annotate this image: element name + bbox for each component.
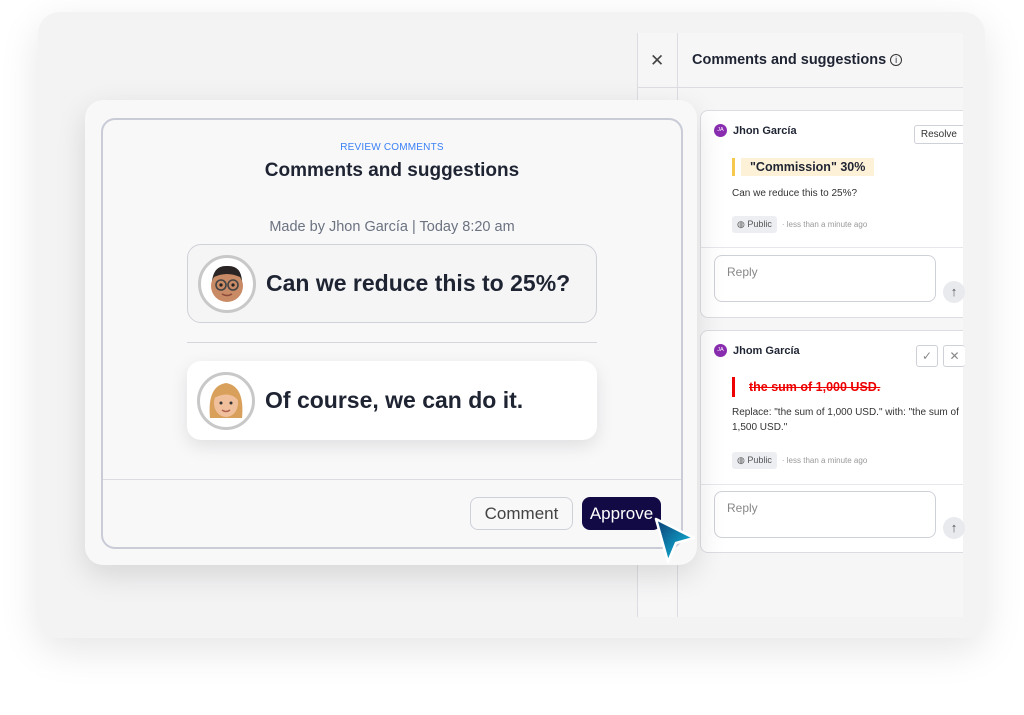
- close-icon[interactable]: ✕: [650, 51, 664, 71]
- approve-button[interactable]: Approve: [582, 497, 661, 530]
- comment-meta: ◍ Public · less than a minute ago: [732, 216, 867, 233]
- avatar: JA: [714, 344, 727, 357]
- accept-check-icon[interactable]: ✓: [916, 345, 938, 367]
- deleted-text: the sum of 1,000 USD.: [732, 377, 880, 397]
- panel-title-text: Comments and suggestions: [692, 52, 887, 68]
- divider: [638, 87, 963, 88]
- message-bubble: Can we reduce this to 25%?: [187, 244, 597, 323]
- timestamp: · less than a minute ago: [781, 220, 868, 229]
- visibility-text: Public: [747, 455, 772, 465]
- comment-author: JA Jhom García: [714, 344, 800, 357]
- avatar-woman: [197, 371, 255, 430]
- reply-input[interactable]: Reply: [714, 255, 936, 302]
- message-text: Can we reduce this to 25%?: [266, 270, 571, 296]
- visibility-badge: ◍ Public: [732, 452, 777, 469]
- cursor-pointer-icon: [654, 517, 696, 564]
- globe-icon: ◍: [737, 455, 745, 465]
- author-name: Jhon García: [733, 124, 797, 137]
- message-text: Of course, we can do it.: [265, 387, 524, 413]
- comment-button[interactable]: Comment: [470, 497, 573, 530]
- divider: [701, 484, 963, 485]
- visibility-badge: ◍ Public: [732, 216, 777, 233]
- reject-x-icon[interactable]: ✕: [943, 345, 965, 367]
- author-name: Jhom García: [733, 344, 800, 357]
- modal-title: Comments and suggestions: [264, 160, 520, 181]
- divider: [701, 247, 963, 248]
- modal-kicker: REVIEW COMMENTS: [340, 142, 444, 153]
- comment-meta: ◍ Public · less than a minute ago: [732, 452, 867, 469]
- avatar-man: [198, 254, 256, 313]
- reply-input[interactable]: Reply: [714, 491, 936, 538]
- globe-icon: ◍: [737, 219, 745, 229]
- divider: [103, 479, 681, 480]
- divider: [187, 342, 597, 343]
- send-arrow-icon[interactable]: ↑: [943, 517, 965, 539]
- suggestion-card: JA Jhom García ✓ ✕ the sum of 1,000 USD. …: [700, 330, 965, 553]
- review-modal: REVIEW COMMENTS Comments and suggestions…: [85, 100, 697, 565]
- info-icon[interactable]: i: [890, 54, 903, 66]
- visibility-text: Public: [747, 219, 772, 229]
- quote-text: "Commission" 30%: [741, 158, 875, 176]
- modal-content: REVIEW COMMENTS Comments and suggestions…: [101, 118, 683, 549]
- comment-text: Can we reduce this to 25%?: [732, 188, 858, 199]
- timestamp: · less than a minute ago: [781, 456, 868, 465]
- panel-title: Comments and suggestions i: [692, 52, 903, 68]
- send-arrow-icon[interactable]: ↑: [943, 281, 965, 303]
- resolve-button[interactable]: Resolve: [913, 125, 963, 144]
- comment-author: JA Jhon García: [714, 124, 797, 137]
- quoted-text: "Commission" 30%: [732, 158, 875, 176]
- comment-card: JA Jhon García Resolve "Commission" 30% C…: [700, 110, 965, 318]
- avatar: JA: [714, 124, 727, 137]
- made-by: Made by Jhon García | Today 8:20 am: [269, 219, 515, 235]
- suggestion-text: Replace: "the sum of 1,000 USD." with: "…: [732, 407, 959, 433]
- message-bubble: Of course, we can do it.: [187, 361, 597, 440]
